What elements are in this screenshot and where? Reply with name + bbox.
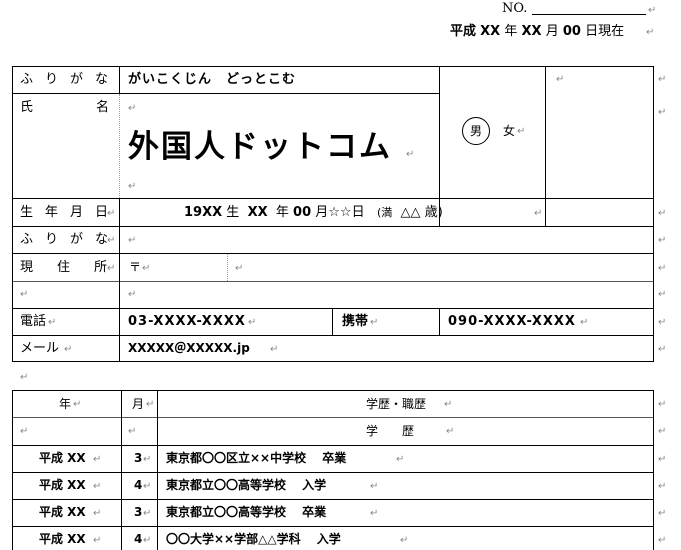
history-detail: 東京都立〇〇高等学校 入学	[166, 478, 327, 492]
paragraph-mark: ↵	[446, 426, 455, 437]
history-year: 平成 XX	[39, 451, 86, 465]
history-detail: 〇〇大学××学部△△学科 入学	[166, 532, 341, 546]
no-label: NO.	[502, 1, 528, 16]
paragraph-mark: ↵	[658, 454, 667, 465]
paragraph-mark: ↵	[107, 208, 116, 219]
paragraph-mark: ↵	[658, 208, 667, 219]
history-col-year: 年	[59, 397, 72, 411]
paragraph-mark: ↵	[93, 535, 102, 546]
furigana-label: ふりがな	[20, 72, 121, 87]
paragraph-mark: ↵	[73, 399, 82, 410]
paragraph-mark: ↵	[128, 181, 137, 192]
paragraph-mark: ↵	[658, 317, 667, 328]
postal-code-mark: 〒	[129, 260, 142, 274]
paragraph-mark: ↵	[400, 535, 409, 546]
phone-field[interactable]: 03-XXXX-XXXX	[128, 314, 246, 330]
paragraph-mark: ↵	[517, 126, 526, 137]
furigana-field[interactable]: がいこくじん どっとこむ	[128, 72, 296, 88]
mail-label: メール	[20, 341, 60, 356]
paragraph-mark: ↵	[48, 317, 57, 328]
history-sub-detail: 学 歴	[366, 424, 415, 438]
mobile-field[interactable]: 090-XXXX-XXXX	[448, 314, 576, 330]
history-detail: 東京都〇〇区立××中学校 卒業	[166, 451, 347, 465]
paragraph-mark: ↵	[143, 508, 152, 519]
paragraph-mark: ↵	[658, 235, 667, 246]
paragraph-mark: ↵	[658, 107, 667, 118]
paragraph-mark: ↵	[556, 74, 565, 85]
paragraph-mark: ↵	[658, 426, 667, 437]
paragraph-mark: ↵	[580, 317, 589, 328]
paragraph-mark: ↵	[370, 508, 379, 519]
paragraph-mark: ↵	[146, 399, 155, 410]
paragraph-mark: ↵	[444, 399, 453, 410]
no-underline	[532, 14, 646, 15]
paragraph-mark: ↵	[107, 263, 116, 274]
paragraph-mark: ↵	[248, 317, 257, 328]
paragraph-mark: ↵	[107, 235, 116, 246]
paragraph-mark: ↵	[20, 372, 29, 383]
history-month: 4	[134, 478, 143, 492]
paragraph-mark: ↵	[658, 289, 667, 300]
mobile-label: 携帯	[342, 314, 369, 329]
paragraph-mark: ↵	[128, 426, 137, 437]
paragraph-mark: ↵	[64, 344, 73, 355]
mail-field[interactable]: XXXXX＠XXXXX.jp	[128, 341, 250, 356]
paragraph-mark: ↵	[658, 344, 667, 355]
paragraph-mark: ↵	[93, 481, 102, 492]
paragraph-mark: ↵	[143, 535, 152, 546]
paragraph-mark: ↵	[143, 454, 152, 465]
paragraph-mark: ↵	[20, 426, 29, 437]
history-year: 平成 XX	[39, 532, 86, 546]
gender-male-option[interactable]: 男	[462, 117, 490, 145]
paragraph-mark: ↵	[143, 481, 152, 492]
name-field[interactable]: 外国人ドットコム	[128, 127, 392, 167]
postal-code-field[interactable]: ↵	[142, 264, 150, 274]
phone-label: 電話	[20, 314, 47, 329]
paragraph-mark: ↵	[658, 535, 667, 546]
history-detail: 東京都立〇〇高等学校 卒業	[166, 505, 327, 519]
paragraph-mark: ↵	[370, 317, 379, 328]
paragraph-mark: ↵	[658, 508, 667, 519]
history-year: 平成 XX	[39, 478, 86, 492]
address-field[interactable]: ↵	[235, 264, 243, 274]
paragraph-mark: ↵	[658, 74, 667, 85]
birth-field[interactable]: 19XX 生 XX 年 00 月☆☆日 (満 △△ 歳)	[184, 205, 443, 221]
paragraph-mark: ↵	[270, 344, 279, 355]
birth-label: 生年月日	[20, 205, 121, 220]
paragraph-mark: ↵	[93, 454, 102, 465]
paragraph-mark: ↵	[93, 508, 102, 519]
history-month: 4	[134, 532, 143, 546]
paragraph-mark: ↵	[534, 208, 543, 219]
address-furigana-field[interactable]: ↵	[128, 236, 136, 246]
address-line2-field[interactable]: ↵	[128, 290, 136, 300]
paragraph-mark: ↵	[396, 454, 405, 465]
history-col-month: 月	[132, 397, 145, 411]
history-year: 平成 XX	[39, 505, 86, 519]
paragraph-mark: ↵	[406, 149, 415, 160]
name-label: 氏名	[20, 100, 173, 115]
paragraph-mark: ↵	[646, 27, 655, 38]
gender-female-option[interactable]: 女	[503, 124, 515, 139]
paragraph-mark: ↵	[20, 289, 29, 300]
paragraph-mark: ↵	[128, 103, 137, 114]
date-line: 平成 XX 年 XX 月 00 日現在	[450, 24, 625, 39]
history-col-detail: 学歴・職歴	[366, 397, 427, 411]
paragraph-mark: ↵	[658, 481, 667, 492]
paragraph-mark: ↵	[370, 481, 379, 492]
history-month: 3	[134, 505, 143, 519]
history-month: 3	[134, 451, 143, 465]
paragraph-mark: ↵	[648, 5, 657, 16]
paragraph-mark: ↵	[658, 399, 667, 410]
paragraph-mark: ↵	[658, 263, 667, 274]
address-furigana-label: ふりがな	[20, 232, 121, 247]
